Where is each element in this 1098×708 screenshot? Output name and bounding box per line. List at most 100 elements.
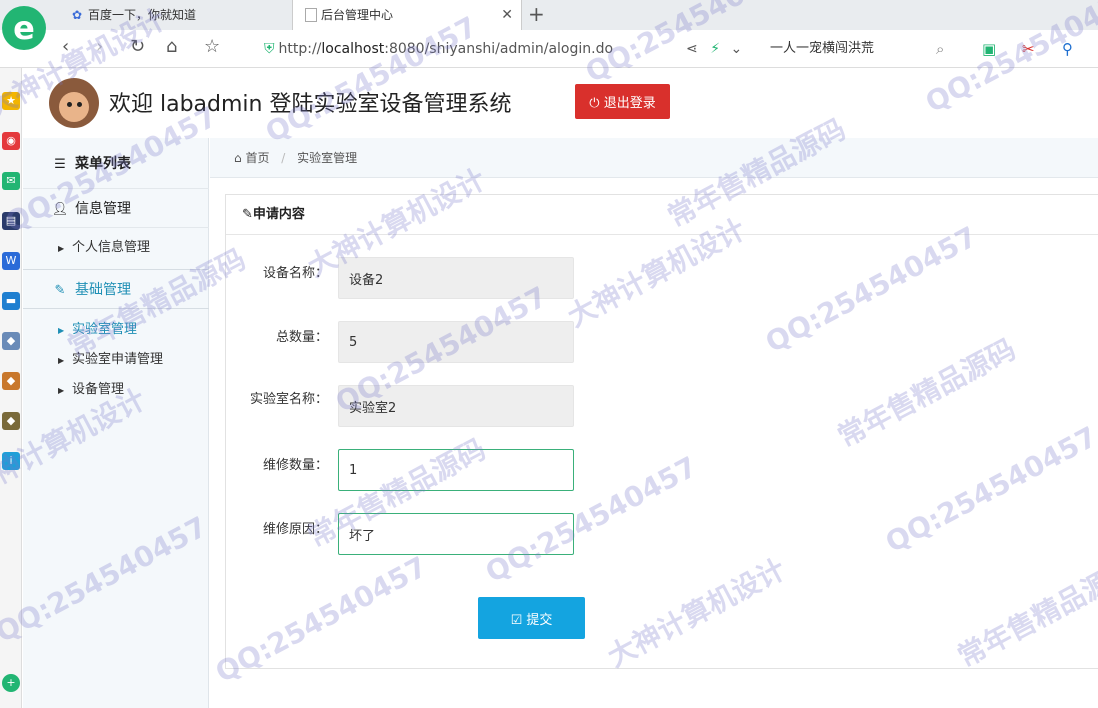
panel-title: 申请内容 <box>252 207 305 222</box>
sidebar-item-lab-application[interactable]: ▶ 实验室申请管理 <box>23 345 209 375</box>
repair-reason-field[interactable] <box>338 513 574 555</box>
user-icon: 👤︎ <box>51 202 69 217</box>
url-scheme: http:// <box>278 41 322 57</box>
menu-title: 菜单列表 <box>75 156 131 172</box>
panel-header: ✎申请内容 <box>226 195 1098 235</box>
check-square-icon: ☑ <box>510 612 523 628</box>
lab-name-field[interactable] <box>338 385 574 427</box>
sidebar-group-label: 基础管理 <box>75 282 131 298</box>
lightning-icon[interactable]: ⚡ <box>710 41 720 57</box>
breadcrumb-current: 实验室管理 <box>297 151 358 165</box>
baidu-paw-icon: ✿ <box>71 8 83 22</box>
application-panel: ✎申请内容 设备名称： 总数量： 实验室名称： 维修数量： 维修原因： ☑ 提交 <box>225 194 1098 669</box>
submit-button[interactable]: ☑ 提交 <box>478 597 585 639</box>
form-row-total-quantity: 总数量： <box>226 321 1098 363</box>
browser-tab-bar: ✿ 百度一下，你就知道 后台管理中心 ✕ + <box>0 0 1098 30</box>
weibo-icon[interactable]: ◉ <box>2 132 20 150</box>
repair-reason-label: 维修原因： <box>262 522 328 537</box>
browser-nav-bar: ‹ › ↻ ⌂ ☆ ⛨ http://localhost:8080/shiyans… <box>0 30 1098 68</box>
repair-quantity-field[interactable] <box>338 449 574 491</box>
caret-right-icon: ▶ <box>58 356 65 365</box>
sidebar-item-lab-management[interactable]: ▶ 实验室管理 <box>23 315 209 345</box>
share-icon[interactable]: ⋖ <box>686 41 698 57</box>
edit-icon: ✎ <box>242 207 253 222</box>
total-quantity-label: 总数量： <box>275 330 328 345</box>
page-title: 欢迎 labadmin 登陆实验室设备管理系统 <box>109 92 512 117</box>
form-row-lab-name: 实验室名称： <box>226 385 1098 427</box>
logout-label: 退出登录 <box>603 96 656 111</box>
sidebar-group-label: 信息管理 <box>75 201 131 217</box>
breadcrumb-separator: / <box>281 151 286 165</box>
menu-list-header: ☰ 菜单列表 <box>23 144 209 184</box>
chat-icon[interactable]: ▬ <box>2 292 20 310</box>
sidebar-group-basic[interactable]: ✎ 基础管理 <box>23 269 209 309</box>
star-icon[interactable]: ☆ <box>204 36 220 57</box>
sidebar-item-label: 设备管理 <box>72 382 125 397</box>
tab-admin-center[interactable]: 后台管理中心 ✕ <box>292 0 522 30</box>
reload-icon[interactable]: ↻ <box>130 36 145 57</box>
search-icon[interactable]: ⌕ <box>936 38 944 60</box>
sidebar-group-info[interactable]: 👤︎ 信息管理 <box>23 188 209 228</box>
avatar <box>49 78 99 128</box>
close-icon[interactable]: ✕ <box>501 0 513 30</box>
app-icon[interactable]: i <box>2 452 20 470</box>
form-row-repair-reason: 维修原因： <box>226 513 1098 555</box>
address-bar[interactable]: ⛨ http://localhost:8080/shiyanshi/admin/a… <box>264 38 674 60</box>
lab-name-label: 实验室名称： <box>249 392 328 407</box>
device-name-field[interactable] <box>338 257 574 299</box>
back-arrow-icon[interactable]: ‹ <box>62 36 69 57</box>
caret-right-icon: ▶ <box>58 386 65 395</box>
app-header: 欢迎 labadmin 登陆实验室设备管理系统 ⏻ 退出登录 <box>23 68 1098 138</box>
device-name-label: 设备名称： <box>262 266 328 281</box>
address-actions: ⋖ ⚡ ⌄ <box>686 38 742 60</box>
news-icon[interactable]: ▤ <box>2 212 20 230</box>
power-icon: ⏻ <box>589 96 600 111</box>
home-icon[interactable]: ⌂ <box>166 36 177 57</box>
caret-right-icon: ▶ <box>58 244 65 253</box>
breadcrumb-home[interactable]: 首页 <box>245 151 269 165</box>
avatar-face <box>59 92 89 122</box>
tab-label: 后台管理中心 <box>321 8 394 22</box>
edit-icon: ✎ <box>54 283 66 298</box>
sidebar-item-device-management[interactable]: ▶ 设备管理 <box>23 375 209 405</box>
form-row-repair-quantity: 维修数量： <box>226 449 1098 491</box>
chevron-down-icon[interactable]: ⌄ <box>730 41 742 57</box>
sidebar-item-label: 实验室申请管理 <box>72 352 164 367</box>
search-suggestion[interactable]: 一人一宠横闯洪荒 <box>770 38 874 60</box>
page-icon <box>305 7 317 22</box>
breadcrumb: ⌂ 首页 / 实验室管理 <box>210 138 1098 178</box>
scissors-icon[interactable]: ✂ <box>1022 38 1035 60</box>
submit-label: 提交 <box>526 612 553 628</box>
avatar-eye <box>77 102 82 107</box>
caret-right-icon: ▶ <box>58 326 65 335</box>
tab-baidu[interactable]: ✿ 百度一下，你就知道 <box>60 0 290 30</box>
game-icon[interactable]: ◆ <box>2 332 20 350</box>
url-path: :8080/shiyanshi/admin/alogin.do <box>384 41 614 57</box>
total-quantity-field[interactable] <box>338 321 574 363</box>
translate-icon[interactable]: ▣ <box>982 38 996 60</box>
list-icon: ☰ <box>54 157 66 172</box>
new-tab-button[interactable]: + <box>528 0 545 28</box>
logout-button[interactable]: ⏻ 退出登录 <box>575 84 670 119</box>
avatar-eye <box>67 102 72 107</box>
repair-quantity-label: 维修数量： <box>262 458 328 473</box>
add-icon[interactable]: + <box>2 674 20 692</box>
sidebar-item-personal-info[interactable]: ▶ 个人信息管理 <box>23 233 209 263</box>
doc-icon[interactable]: W <box>2 252 20 270</box>
sidebar-item-label: 个人信息管理 <box>72 240 151 255</box>
browser-logo[interactable]: e <box>2 6 46 50</box>
favorites-icon[interactable]: ★ <box>2 92 20 110</box>
main-content: ⌂ 首页 / 实验室管理 ✎申请内容 设备名称： 总数量： 实验室名称： 维修数… <box>210 138 1098 708</box>
magnifier-icon[interactable]: ⚲ <box>1062 38 1073 60</box>
app-sidebar: ☰ 菜单列表 👤︎ 信息管理 ▶ 个人信息管理 ✎ 基础管理 ▶ 实验室管理 ▶ 实验室申请… <box>23 138 209 708</box>
home-icon[interactable]: ⌂ <box>234 151 242 165</box>
browser-sidebar: ★ ◉ ✉ ▤ W ▬ ◆ ◆ ◆ i + <box>0 68 22 708</box>
url-host: localhost <box>321 41 385 57</box>
game-icon[interactable]: ◆ <box>2 412 20 430</box>
mail-icon[interactable]: ✉ <box>2 172 20 190</box>
shield-icon: ⛨ <box>264 41 275 57</box>
sidebar-item-label: 实验室管理 <box>72 322 138 337</box>
form-row-device-name: 设备名称： <box>226 257 1098 299</box>
game-icon[interactable]: ◆ <box>2 372 20 390</box>
forward-arrow-icon[interactable]: › <box>96 36 103 57</box>
